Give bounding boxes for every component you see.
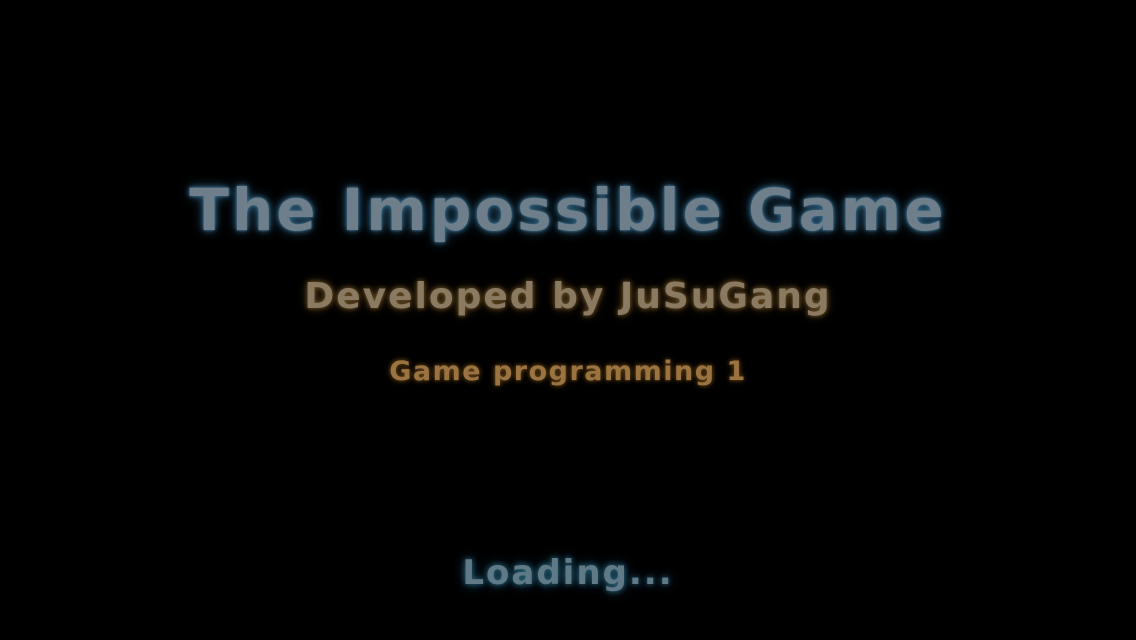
splash-screen: The Impossible Game Developed by JuSuGan… <box>0 0 1136 640</box>
course-label: Game programming 1 <box>389 356 747 387</box>
game-title: The Impossible Game <box>189 176 947 244</box>
developer-credit: Developed by JuSuGang <box>304 276 832 317</box>
loading-indicator: Loading... <box>462 553 674 593</box>
